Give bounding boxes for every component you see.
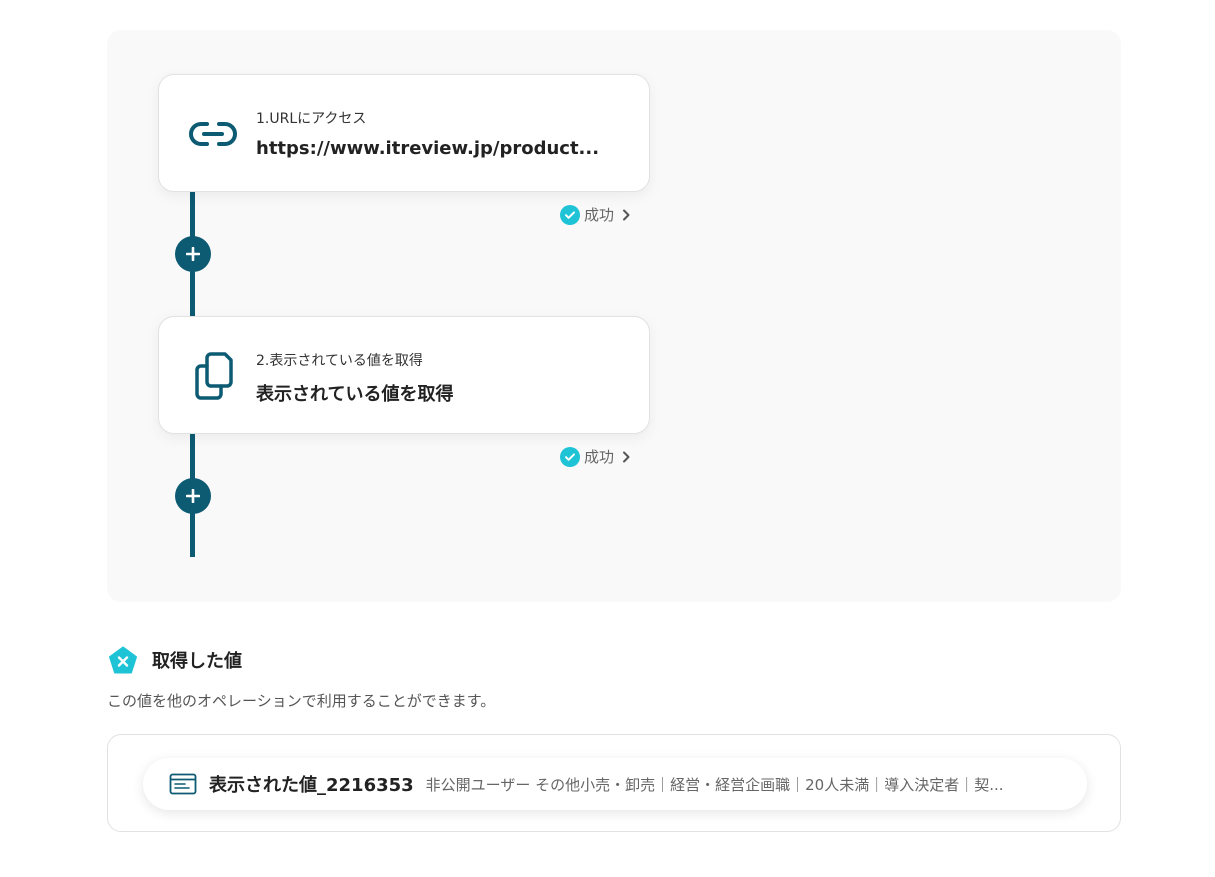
step-status-success[interactable]: 成功 (560, 204, 630, 225)
chevron-right-icon (622, 209, 630, 221)
check-circle-icon (560, 204, 580, 225)
section-title: 取得した値 (152, 651, 242, 672)
step-value: https://www.itreview.jp/product... (256, 138, 600, 159)
add-step-button[interactable] (175, 236, 211, 272)
copy-icon (187, 350, 239, 402)
link-icon (187, 108, 239, 160)
add-step-button[interactable] (175, 478, 211, 514)
variable-icon (109, 646, 137, 674)
section-description: この値を他のオペレーションで利用することができます。 (107, 692, 496, 710)
step-label: 2.表示されている値を取得 (256, 353, 423, 369)
step-label: 1.URLにアクセス (256, 111, 367, 127)
plus-icon (186, 247, 200, 261)
status-label: 成功 (584, 206, 615, 224)
chevron-right-icon (622, 451, 630, 463)
step-value: 表示されている値を取得 (256, 384, 454, 405)
value-name: 表示された値_2216353 (209, 775, 414, 796)
plus-icon (186, 489, 200, 503)
value-preview: 非公開ユーザー その他小売・卸売｜経営・経営企画職｜20人未満｜導入決定者｜契.… (425, 775, 1004, 794)
step-card-url-access[interactable]: 1.URLにアクセス https://www.itreview.jp/produ… (158, 74, 650, 192)
value-chip[interactable]: 表示された値_2216353 非公開ユーザー その他小売・卸売｜経営・経営企画職… (143, 758, 1087, 810)
status-label: 成功 (584, 448, 615, 466)
check-circle-icon (560, 446, 580, 467)
acquired-values-box: 表示された値_2216353 非公開ユーザー その他小売・卸売｜経営・経営企画職… (107, 734, 1121, 832)
step-status-success[interactable]: 成功 (560, 446, 630, 467)
browser-window-icon (169, 773, 197, 795)
acquired-values-header: 取得した値 (108, 646, 242, 674)
step-card-get-displayed-value[interactable]: 2.表示されている値を取得 表示されている値を取得 (158, 316, 650, 434)
